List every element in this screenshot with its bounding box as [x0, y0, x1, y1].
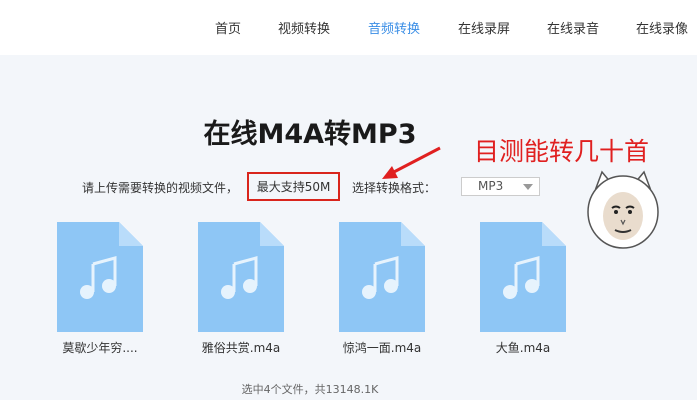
- nav-item-audio-convert[interactable]: 音频转换: [368, 18, 420, 37]
- nav-item-video-record[interactable]: 在线录像: [636, 18, 688, 37]
- music-file-icon: [198, 222, 284, 332]
- nav-item-video-convert[interactable]: 视频转换: [278, 18, 330, 37]
- size-limit-highlight: 最大支持50M: [247, 172, 340, 201]
- top-navigation: 首页 视频转换 音频转换 在线录屏 在线录音 在线录像: [0, 0, 697, 55]
- nav-item-screen-record[interactable]: 在线录屏: [458, 18, 510, 37]
- format-select[interactable]: MP3: [461, 177, 540, 196]
- file-name: 惊鸿一面.m4a: [342, 341, 422, 355]
- upload-hint: 请上传需要转换的视频文件，: [82, 181, 239, 195]
- selection-summary: 选中4个文件，共13148.1K: [241, 383, 379, 396]
- nav-item-home[interactable]: 首页: [215, 18, 241, 37]
- file-name: 莫歇少年穷....: [62, 341, 138, 355]
- format-select-value: MP3: [478, 179, 504, 193]
- nav-item-audio-record[interactable]: 在线录音: [547, 18, 599, 37]
- red-arrow-icon: [382, 146, 441, 179]
- meme-face-icon: [587, 170, 659, 249]
- music-file-icon: [339, 222, 425, 332]
- file-name: 大鱼.m4a: [495, 341, 551, 355]
- music-file-icon: [57, 222, 143, 332]
- size-limit-text: 最大支持50M: [256, 180, 331, 194]
- annotation-text: 目测能转几十首: [474, 137, 650, 166]
- file-name: 雅俗共赏.m4a: [201, 341, 281, 355]
- music-file-icon: [480, 222, 566, 332]
- chevron-down-icon: [523, 184, 533, 190]
